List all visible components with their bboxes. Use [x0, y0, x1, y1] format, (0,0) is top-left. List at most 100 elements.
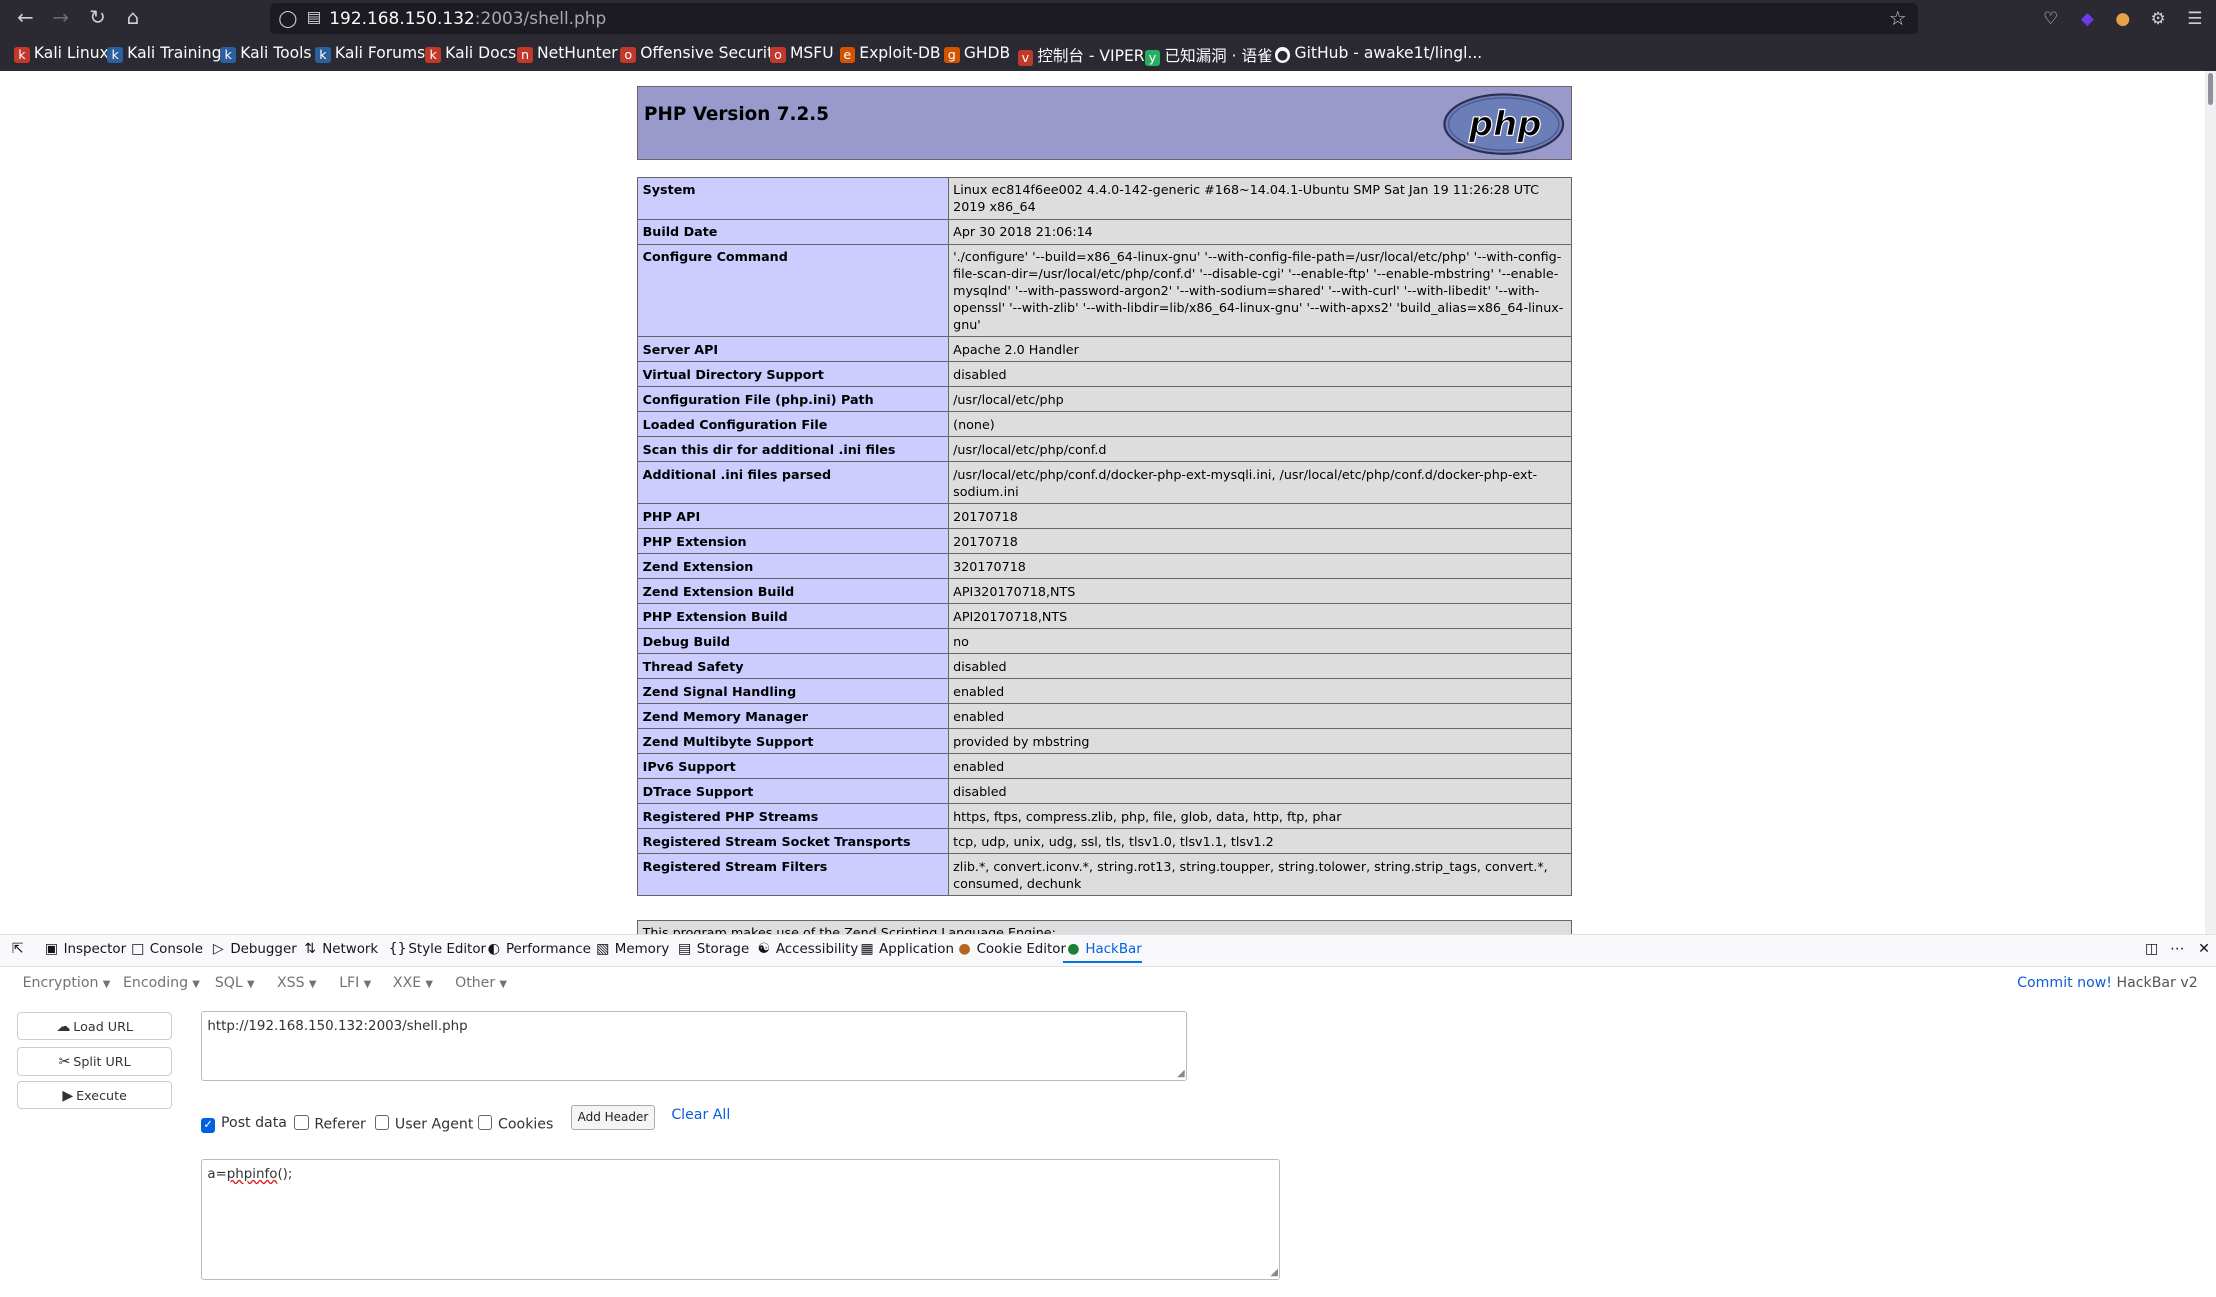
- settings-icon[interactable]: ⚙: [2147, 7, 2170, 30]
- bookmark-kali-tools[interactable]: k Kali Tools: [220, 44, 312, 63]
- bookmarks-bar: k Kali Linux k Kali Training k Kali Tools k…: [0, 36, 2216, 72]
- address-bar[interactable]: ◯ ▤ 192.168.150.132:2003/shell.php ☆: [269, 2, 1918, 34]
- bookmark-yuque[interactable]: y 已知漏洞 · 语雀: [1144, 44, 1273, 66]
- row-key: Server API: [637, 336, 949, 363]
- bookmark-kali-linux[interactable]: k Kali Linux: [14, 44, 109, 63]
- shield-icon[interactable]: ◯: [278, 8, 297, 28]
- accessibility-icon: ☯: [757, 940, 771, 957]
- row-value: disabled: [947, 361, 1572, 388]
- referer-checkbox[interactable]: Referer: [293, 1115, 366, 1132]
- chevron-down-icon: ▼: [192, 979, 200, 991]
- tab-accessibility[interactable]: ☯ Accessibility: [756, 940, 859, 957]
- url-textarea[interactable]: http://192.168.150.132:2003/shell.php ◢: [200, 1010, 1188, 1082]
- devtools-tabbar: ⇱ ▣ Inspector □ Console ▷ Debugger ⇅ Network…: [0, 934, 2216, 968]
- tab-network[interactable]: ⇅ Network: [302, 941, 378, 957]
- hackbar-panel: ☁ Load URL ✂ Split URL ▶ Execute http://192…: [0, 1000, 2216, 1297]
- scrollbar-thumb[interactable]: [2207, 73, 2214, 105]
- row-key: Registered Stream Socket Transports: [637, 828, 949, 855]
- row-value: Apr 30 2018 21:06:14: [947, 218, 1572, 245]
- commit-link[interactable]: Commit now! HackBar v2: [2017, 975, 2198, 991]
- more-options-icon[interactable]: ⋯: [2169, 941, 2189, 957]
- bookmark-viper[interactable]: v 控制台 - VIPER: [1017, 44, 1145, 66]
- menu-encryption[interactable]: Encryption ▼: [23, 975, 111, 991]
- home-icon[interactable]: ⌂: [119, 4, 147, 32]
- table-row: Configuration File (php.ini) Path/usr/lo…: [637, 386, 1572, 413]
- row-value: /usr/local/etc/php/conf.d: [947, 436, 1572, 463]
- row-value: /usr/local/etc/php/conf.d/docker-php-ext…: [947, 461, 1572, 505]
- split-url-button[interactable]: ✂ Split URL: [16, 1047, 173, 1076]
- hackbar-version: HackBar v2: [2116, 975, 2198, 992]
- tab-cookie-editor[interactable]: ● Cookie Editor: [957, 941, 1066, 957]
- row-key: Zend Signal Handling: [637, 678, 949, 705]
- row-value: './configure' '--build=x86_64-linux-gnu'…: [947, 243, 1572, 338]
- menu-encoding[interactable]: Encoding ▼: [123, 975, 200, 991]
- add-header-button[interactable]: Add Header: [570, 1105, 655, 1130]
- bookmark-offensive-security[interactable]: o Offensive Security: [620, 44, 782, 63]
- yuque-icon: y: [1144, 50, 1161, 66]
- menu-icon[interactable]: ☰: [2184, 7, 2207, 30]
- cookie-extension-icon[interactable]: ●: [2111, 7, 2134, 30]
- row-value: provided by mbstring: [947, 728, 1572, 755]
- url-text[interactable]: 192.168.150.132:2003/shell.php: [329, 8, 606, 28]
- exploit-db-icon: e: [839, 47, 856, 63]
- row-value: (none): [947, 411, 1572, 438]
- style-editor-icon: {}: [388, 940, 407, 957]
- menu-sql[interactable]: SQL ▼: [215, 975, 255, 991]
- page-info-icon[interactable]: ▤: [307, 8, 322, 26]
- bookmark-github[interactable]: ● GitHub - awake1t/lingl...: [1274, 44, 1482, 63]
- tab-inspector[interactable]: ▣ Inspector: [44, 941, 126, 957]
- table-row: Additional .ini files parsed/usr/local/e…: [637, 461, 1572, 505]
- bookmark-nethunter[interactable]: n NetHunter: [517, 44, 618, 63]
- menu-xss[interactable]: XSS ▼: [277, 975, 316, 991]
- load-url-button[interactable]: ☁ Load URL: [16, 1011, 173, 1041]
- bookmark-msfu[interactable]: o MSFU: [770, 44, 834, 63]
- row-value: API320170718,NTS: [947, 578, 1572, 605]
- bookmark-ghdb[interactable]: g GHDB: [944, 44, 1010, 63]
- post-data-textarea[interactable]: a=phpinfo(); ◢: [200, 1158, 1281, 1281]
- element-picker-icon[interactable]: ⇱: [10, 941, 30, 957]
- post-data-checkbox[interactable]: ✓ Post data: [200, 1115, 287, 1134]
- tab-memory[interactable]: ▧ Memory: [595, 941, 669, 957]
- resize-grip-icon[interactable]: ◢: [1270, 1267, 1278, 1278]
- bookmark-kali-training[interactable]: k Kali Training: [107, 44, 221, 63]
- bookmark-kali-docs[interactable]: k Kali Docs: [425, 44, 516, 63]
- table-row: Zend Extension Build API320170718,NTS: [637, 578, 1572, 605]
- tab-console[interactable]: □ Console: [130, 941, 203, 957]
- bookmark-kali-forums[interactable]: k Kali Forums: [315, 44, 425, 63]
- tab-performance[interactable]: ◐ Performance: [486, 941, 591, 957]
- row-value: tcp, udp, unix, udg, ssl, tls, tlsv1.0, …: [947, 828, 1572, 855]
- clear-all-link[interactable]: Clear All: [671, 1107, 730, 1123]
- forward-arrow-icon[interactable]: →: [47, 4, 75, 32]
- row-key: Configuration File (php.ini) Path: [637, 386, 949, 413]
- close-icon[interactable]: ✕: [2196, 941, 2216, 957]
- bookmark-star-icon[interactable]: ☆: [1889, 7, 1907, 30]
- kali-icon: k: [107, 47, 123, 63]
- tab-application[interactable]: ▦ Application: [859, 941, 954, 957]
- table-row: Configure Command './configure' '--build=…: [637, 243, 1572, 338]
- chevron-down-icon: ▼: [499, 979, 508, 991]
- dock-side-icon[interactable]: ◫: [2144, 941, 2164, 957]
- tab-hackbar[interactable]: ● HackBar: [1066, 941, 1142, 957]
- tab-style-editor[interactable]: {} Style Editor: [389, 941, 486, 957]
- extension-icon[interactable]: ◆: [2076, 7, 2099, 30]
- cookies-checkbox[interactable]: Cookies: [477, 1115, 553, 1132]
- back-arrow-icon[interactable]: ←: [11, 4, 39, 32]
- tab-debugger[interactable]: ▷ Debugger: [211, 941, 297, 957]
- bookmark-exploit-db[interactable]: e Exploit-DB: [839, 44, 941, 63]
- tab-storage[interactable]: ▤ Storage: [677, 941, 749, 957]
- menu-xxe[interactable]: XXE ▼: [393, 975, 433, 991]
- page-scrollbar[interactable]: [2204, 70, 2216, 935]
- pocket-icon[interactable]: ♡: [2039, 7, 2062, 30]
- table-row: System Linux ec814f6ee002 4.4.0-142-gener…: [637, 176, 1572, 220]
- execute-button[interactable]: ▶ Execute: [16, 1081, 173, 1110]
- menu-other[interactable]: Other ▼: [455, 975, 507, 991]
- php-logo-icon: php: [1443, 93, 1565, 155]
- resize-grip-icon[interactable]: ◢: [1177, 1068, 1185, 1079]
- menu-lfi[interactable]: LFI ▼: [339, 975, 371, 991]
- row-key: Debug Build: [637, 628, 949, 655]
- reload-icon[interactable]: ↻: [83, 4, 111, 32]
- user-agent-checkbox[interactable]: User Agent: [374, 1115, 473, 1132]
- github-icon: ●: [1274, 47, 1291, 63]
- row-value: 20170718: [947, 503, 1572, 530]
- row-value: enabled: [947, 678, 1572, 705]
